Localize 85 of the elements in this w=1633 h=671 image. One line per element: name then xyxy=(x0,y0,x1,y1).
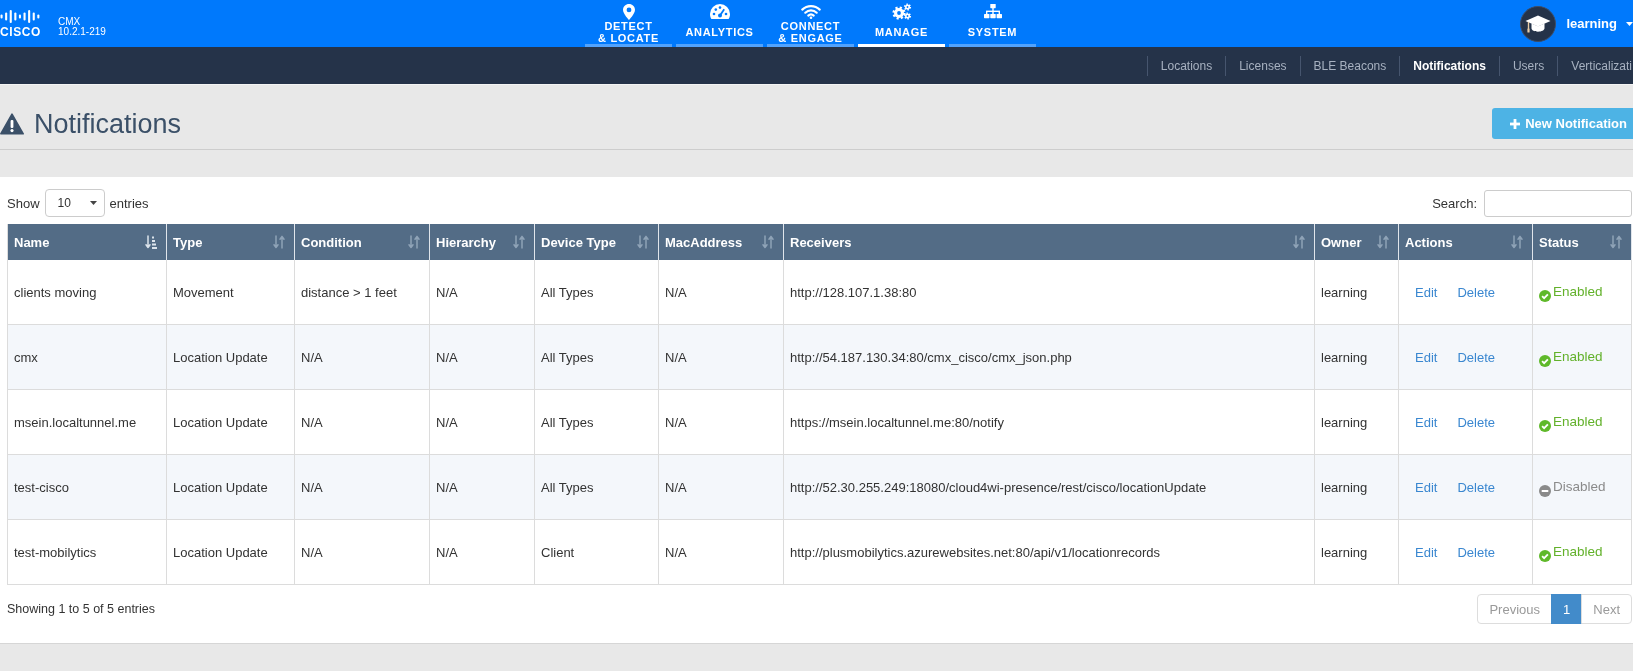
table-cell: N/A xyxy=(430,325,535,389)
table-cell: N/A xyxy=(295,520,430,584)
table-cell: http://52.30.255.249:18080/cloud4wi-presence/rest/cisco/locationUpdate xyxy=(784,455,1315,519)
delete-link[interactable]: Delete xyxy=(1457,479,1495,495)
status-text: Enabled xyxy=(1553,543,1603,559)
delete-link[interactable]: Delete xyxy=(1457,414,1495,430)
table-cell: N/A xyxy=(659,455,784,519)
table-cell: test-mobilytics xyxy=(8,520,167,584)
table-cell: Location Update xyxy=(167,390,295,454)
table-cell: Location Update xyxy=(167,325,295,389)
table-cell: N/A xyxy=(295,390,430,454)
delete-link[interactable]: Delete xyxy=(1457,349,1495,365)
table-cell: N/A xyxy=(659,260,784,324)
sitemap-icon xyxy=(983,3,1002,20)
table-cell: N/A xyxy=(430,260,535,324)
delete-link[interactable]: Delete xyxy=(1457,284,1495,300)
table-cell: All Types xyxy=(535,390,659,454)
status-text: Enabled xyxy=(1553,413,1603,429)
table-cell: N/A xyxy=(430,520,535,584)
edit-link[interactable]: Edit xyxy=(1415,349,1438,365)
table-cell: All Types xyxy=(535,260,659,324)
entries-info: Showing 1 to 5 of 5 entries xyxy=(7,602,155,616)
version-text: 10.2.1-219 xyxy=(58,26,106,37)
graduation-cap-icon xyxy=(1520,5,1557,42)
table-cell: http://plusmobilytics.azurewebsites.net:80/api/v1/locationrecords xyxy=(784,520,1315,584)
sub-nav-link[interactable]: Licenses xyxy=(1225,55,1300,76)
edit-link[interactable]: Edit xyxy=(1415,284,1438,300)
table-cell: Location Update xyxy=(167,520,295,584)
page-size-select[interactable]: 10 xyxy=(44,189,105,217)
table-cell: N/A xyxy=(430,390,535,454)
table-cell: http://54.187.130.34:80/cmx_cisco/cmx_json.php xyxy=(784,325,1315,389)
table-cell: N/A xyxy=(659,390,784,454)
table-cell: N/A xyxy=(295,455,430,519)
table-cell: msein.localtunnel.me xyxy=(8,390,167,454)
logo-bars-icon xyxy=(0,9,40,23)
search-field[interactable] xyxy=(1484,189,1632,217)
entries-label: entries xyxy=(109,195,149,211)
pagination-button[interactable]: 1 xyxy=(1551,594,1583,624)
table-cell: distance > 1 feet xyxy=(295,260,430,324)
table-cell: N/A xyxy=(430,455,535,519)
search-label: Search: xyxy=(1432,195,1477,211)
sub-nav-link[interactable]: Notifications xyxy=(1399,55,1499,76)
table-cell: N/A xyxy=(295,325,430,389)
sub-nav-link[interactable]: Users xyxy=(1498,55,1558,76)
table-cell: learning xyxy=(1315,325,1399,389)
gauge-icon xyxy=(709,4,730,19)
table-cell: learning xyxy=(1315,260,1399,324)
table-cell: clients moving xyxy=(8,260,167,324)
wifi-icon xyxy=(800,4,821,19)
sub-nav-link[interactable]: BLE Beacons xyxy=(1299,55,1400,76)
user-menu-button[interactable]: learning xyxy=(1556,16,1633,31)
table-cell: cmx xyxy=(8,325,167,389)
edit-link[interactable]: Edit xyxy=(1415,479,1438,495)
table-cell: Movement xyxy=(167,260,295,324)
table-cell: learning xyxy=(1315,520,1399,584)
table-cell: Location Update xyxy=(167,455,295,519)
caret-icon xyxy=(89,201,97,205)
sub-nav-link[interactable]: Locations xyxy=(1146,55,1226,76)
sub-nav-link[interactable]: Verticalizati xyxy=(1557,55,1633,76)
status-text: Enabled xyxy=(1553,348,1603,364)
page-title: Notifications xyxy=(34,107,182,140)
new-notification-button[interactable]: New Notification xyxy=(1492,108,1633,139)
table-cell: learning xyxy=(1315,390,1399,454)
logo-text: CISCO xyxy=(0,26,41,37)
gears-icon xyxy=(891,3,912,20)
table-cell: https://msein.localtunnel.me:80/notify xyxy=(784,390,1315,454)
edit-link[interactable]: Edit xyxy=(1415,544,1438,560)
edit-link[interactable]: Edit xyxy=(1415,414,1438,430)
table-cell: All Types xyxy=(535,455,659,519)
table-cell: http://128.107.1.38:80 xyxy=(784,260,1315,324)
table-cell: test-cisco xyxy=(8,455,167,519)
caret-icon xyxy=(1626,21,1633,26)
table-cell: Client xyxy=(535,520,659,584)
table-cell: learning xyxy=(1315,455,1399,519)
show-label: Show xyxy=(7,195,40,211)
product-name: CMX xyxy=(58,16,82,27)
status-text: Disabled xyxy=(1553,478,1606,494)
table-cell: N/A xyxy=(659,520,784,584)
warning-icon xyxy=(0,112,24,135)
plus-icon xyxy=(1510,118,1521,129)
table-cell: N/A xyxy=(659,325,784,389)
table-cell: All Types xyxy=(535,325,659,389)
delete-link[interactable]: Delete xyxy=(1457,544,1495,560)
status-text: Enabled xyxy=(1553,283,1603,299)
map-pin-icon xyxy=(622,3,635,20)
